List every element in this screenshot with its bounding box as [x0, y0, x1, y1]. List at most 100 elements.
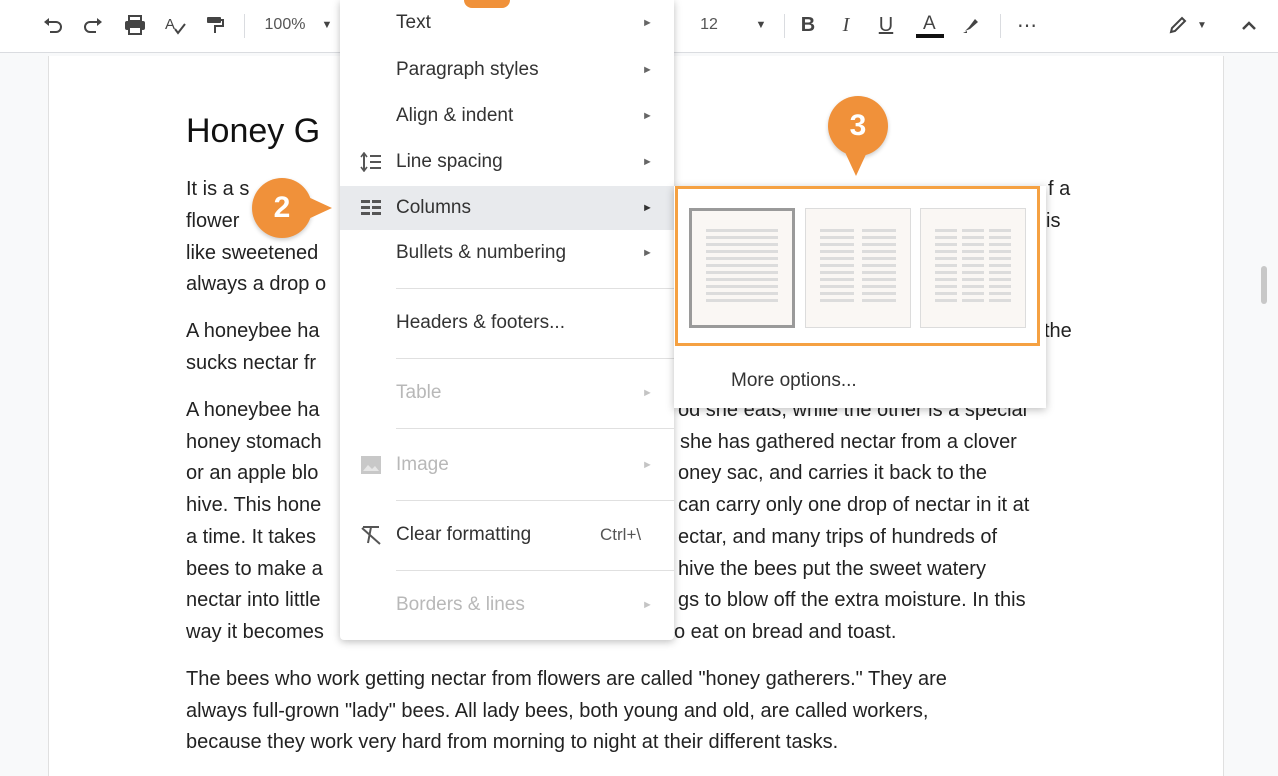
paint-format-icon[interactable]: [200, 10, 230, 40]
columns-highlight-box: [675, 186, 1040, 346]
image-icon: [360, 455, 382, 475]
paragraph-fragment: is: [1046, 210, 1061, 232]
clear-formatting-icon: [360, 525, 382, 545]
menu-item-label: Line spacing: [396, 151, 503, 172]
callout-pointer: [306, 196, 332, 220]
paragraph-line: a time. It takes: [186, 526, 317, 548]
chevron-right-icon: ►: [642, 17, 653, 29]
chevron-down-icon[interactable]: ▼: [752, 10, 770, 40]
undo-icon[interactable]: [38, 10, 68, 40]
paragraph-line: A honeybee ha: [186, 399, 320, 421]
columns-icon: [360, 198, 382, 218]
paragraph-line: nectar into little: [186, 589, 321, 611]
menu-separator: [396, 500, 674, 501]
paragraph-line: A honeybee ha: [186, 320, 320, 342]
menu-item-label: Bullets & numbering: [396, 242, 567, 263]
chevron-down-icon[interactable]: ▼: [318, 10, 336, 40]
paragraph-line: way it becomes: [186, 621, 324, 643]
paragraph-line: always a drop o: [186, 273, 327, 295]
text-color-icon[interactable]: A: [914, 10, 946, 40]
paragraph-line: because they work very hard from morning…: [186, 731, 839, 753]
toolbar-divider: [244, 14, 245, 38]
document-title: Honey G: [186, 112, 321, 150]
paragraph-line: sucks nectar fr: [186, 352, 317, 374]
paragraph-line: bees to make a: [186, 558, 323, 580]
more-icon[interactable]: ⋯: [1012, 10, 1042, 40]
menu-item-label: Borders & lines: [396, 594, 525, 615]
editing-mode-icon[interactable]: [1164, 10, 1192, 40]
chevron-up-icon[interactable]: [1234, 10, 1264, 40]
chevron-right-icon: ►: [642, 599, 653, 611]
menu-separator: [396, 428, 674, 429]
paragraph-fragment: ectar, and many trips of hundreds of: [678, 526, 998, 548]
chevron-right-icon: ►: [642, 387, 653, 399]
svg-text:A: A: [165, 16, 175, 33]
chevron-right-icon: ►: [642, 459, 653, 471]
italic-icon[interactable]: I: [834, 10, 858, 40]
paragraph-line: like sweetened: [186, 242, 319, 264]
paragraph-fragment: f a: [1048, 178, 1071, 200]
paragraph-fragment: gs to blow off the extra moisture. In th…: [678, 589, 1026, 611]
menu-item-paragraph-styles[interactable]: Paragraph styles ►: [340, 48, 674, 92]
highlight-color-icon[interactable]: [956, 10, 986, 40]
more-options-link[interactable]: More options...: [731, 370, 857, 392]
paragraph-line: flower: [186, 210, 240, 232]
chevron-right-icon: ►: [642, 247, 653, 259]
paragraph-fragment: the: [1044, 320, 1072, 342]
paragraph-fragment: oney sac, and carries it back to the: [678, 462, 988, 484]
toolbar-divider: [784, 14, 785, 38]
paragraph-fragment: can carry only one drop of nectar in it …: [678, 494, 1030, 516]
menu-item-bullets-numbering[interactable]: Bullets & numbering ►: [340, 231, 674, 275]
menu-item-label: Text: [396, 12, 431, 33]
chevron-right-icon: ►: [642, 64, 653, 76]
paragraph-line: The bees who work getting nectar from fl…: [186, 668, 947, 690]
menu-item-label: Align & indent: [396, 105, 514, 126]
menu-item-label: Paragraph styles: [396, 59, 539, 80]
underline-icon[interactable]: U: [874, 10, 898, 40]
callout-badge: 2: [252, 178, 312, 238]
menu-item-label: Table: [396, 382, 442, 403]
menu-item-image: Image ►: [340, 443, 674, 487]
line-spacing-icon: [360, 151, 382, 173]
menu-item-clear-formatting[interactable]: Clear formatting Ctrl+\: [340, 513, 674, 557]
shortcut-label: Ctrl+\: [600, 525, 642, 544]
menu-separator: [396, 358, 674, 359]
chevron-down-icon[interactable]: ▼: [1194, 10, 1210, 40]
spellcheck-icon[interactable]: A: [160, 10, 190, 40]
menu-separator: [396, 288, 674, 289]
chevron-right-icon: ►: [642, 110, 653, 122]
paragraph-line: or an apple blo: [186, 462, 319, 484]
menu-item-columns[interactable]: Columns ►: [340, 186, 674, 230]
chevron-right-icon: ►: [642, 156, 653, 168]
zoom-select[interactable]: 100%: [262, 10, 308, 40]
callout-badge-partial: [464, 0, 510, 8]
paragraph-line: It is a s: [186, 178, 250, 200]
menu-item-label: Image: [396, 454, 449, 475]
menu-item-align-indent[interactable]: Align & indent ►: [340, 94, 674, 138]
menu-item-line-spacing[interactable]: Line spacing ►: [340, 140, 674, 184]
bold-icon[interactable]: B: [796, 10, 820, 40]
paragraph-fragment: o eat on bread and toast.: [674, 621, 897, 643]
paragraph-line: always full-grown "lady" bees. All lady …: [186, 700, 929, 722]
svg-text:A: A: [923, 13, 936, 34]
callout-pointer: [844, 150, 868, 176]
scrollbar-thumb[interactable]: [1261, 266, 1267, 304]
menu-item-label: Columns: [396, 197, 471, 218]
menu-item-text[interactable]: Text ►: [340, 1, 674, 45]
toolbar-divider: [1000, 14, 1001, 38]
callout-badge: 3: [828, 96, 888, 156]
menu-separator: [396, 570, 674, 571]
paragraph-fragment: hive the bees put the sweet watery: [678, 558, 986, 580]
paragraph-line: honey stomach: [186, 431, 322, 453]
format-menu: Text ► Paragraph styles ► Align & indent…: [340, 0, 674, 640]
paragraph-line: hive. This hone: [186, 494, 322, 516]
paragraph-fragment: she has gathered nectar from a clover: [680, 431, 1017, 453]
menu-item-borders-lines: Borders & lines ►: [340, 583, 674, 627]
menu-item-table: Table ►: [340, 371, 674, 415]
font-size-select[interactable]: 12: [694, 10, 724, 40]
print-icon[interactable]: [120, 10, 150, 40]
menu-item-label: Headers & footers...: [396, 312, 565, 333]
menu-item-headers-footers[interactable]: Headers & footers...: [340, 301, 674, 345]
redo-icon[interactable]: [78, 10, 108, 40]
menu-item-label: Clear formatting: [396, 524, 532, 545]
